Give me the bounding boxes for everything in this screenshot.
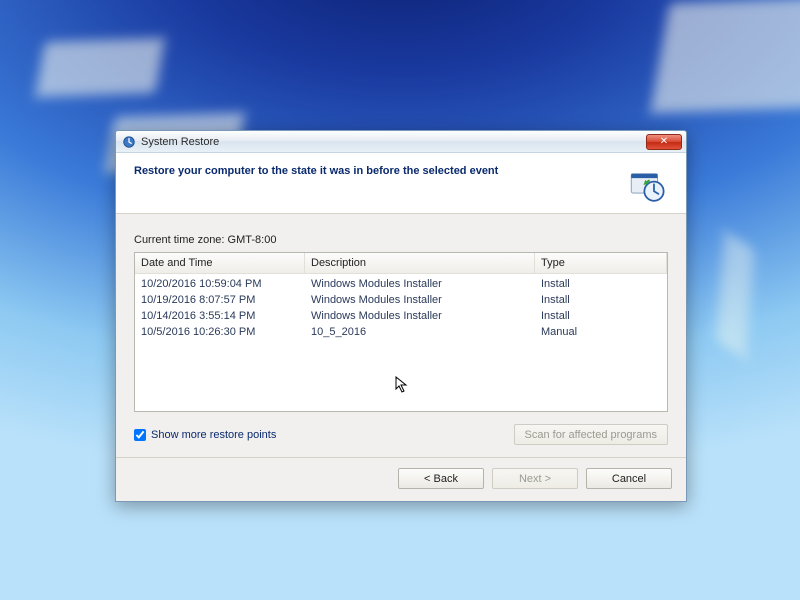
system-restore-window: System Restore ✕ Restore your computer t… (115, 130, 687, 502)
col-header-datetime[interactable]: Date and Time (135, 253, 305, 273)
close-icon: ✕ (660, 137, 668, 147)
table-row[interactable]: 10/14/2016 3:55:14 PM Windows Modules In… (135, 308, 667, 324)
list-header: Date and Time Description Type (135, 253, 667, 274)
back-button[interactable]: < Back (398, 468, 484, 489)
cancel-button[interactable]: Cancel (586, 468, 672, 489)
wizard-footer: < Back Next > Cancel (116, 457, 686, 501)
list-rows: 10/20/2016 10:59:04 PM Windows Modules I… (135, 274, 667, 340)
table-row[interactable]: 10/19/2016 8:07:57 PM Windows Modules In… (135, 292, 667, 308)
next-button: Next > (492, 468, 578, 489)
show-more-checkbox-input[interactable] (134, 429, 146, 441)
col-header-description[interactable]: Description (305, 253, 535, 273)
titlebar[interactable]: System Restore ✕ (116, 131, 686, 153)
headline: Restore your computer to the state it wa… (134, 165, 616, 177)
scan-affected-button: Scan for affected programs (514, 424, 668, 445)
system-restore-icon (626, 165, 668, 207)
close-button[interactable]: ✕ (646, 134, 682, 150)
table-row[interactable]: 10/5/2016 10:26:30 PM 10_5_2016 Manual (135, 324, 667, 340)
col-header-type[interactable]: Type (535, 253, 667, 273)
window-title: System Restore (141, 136, 641, 148)
show-more-label: Show more restore points (151, 429, 276, 441)
restore-icon (122, 135, 136, 149)
show-more-checkbox[interactable]: Show more restore points (134, 429, 276, 441)
timezone-label: Current time zone: GMT-8:00 (134, 234, 668, 246)
table-row[interactable]: 10/20/2016 10:59:04 PM Windows Modules I… (135, 276, 667, 292)
wizard-header: Restore your computer to the state it wa… (116, 153, 686, 214)
restore-points-list[interactable]: Date and Time Description Type 10/20/201… (134, 252, 668, 412)
